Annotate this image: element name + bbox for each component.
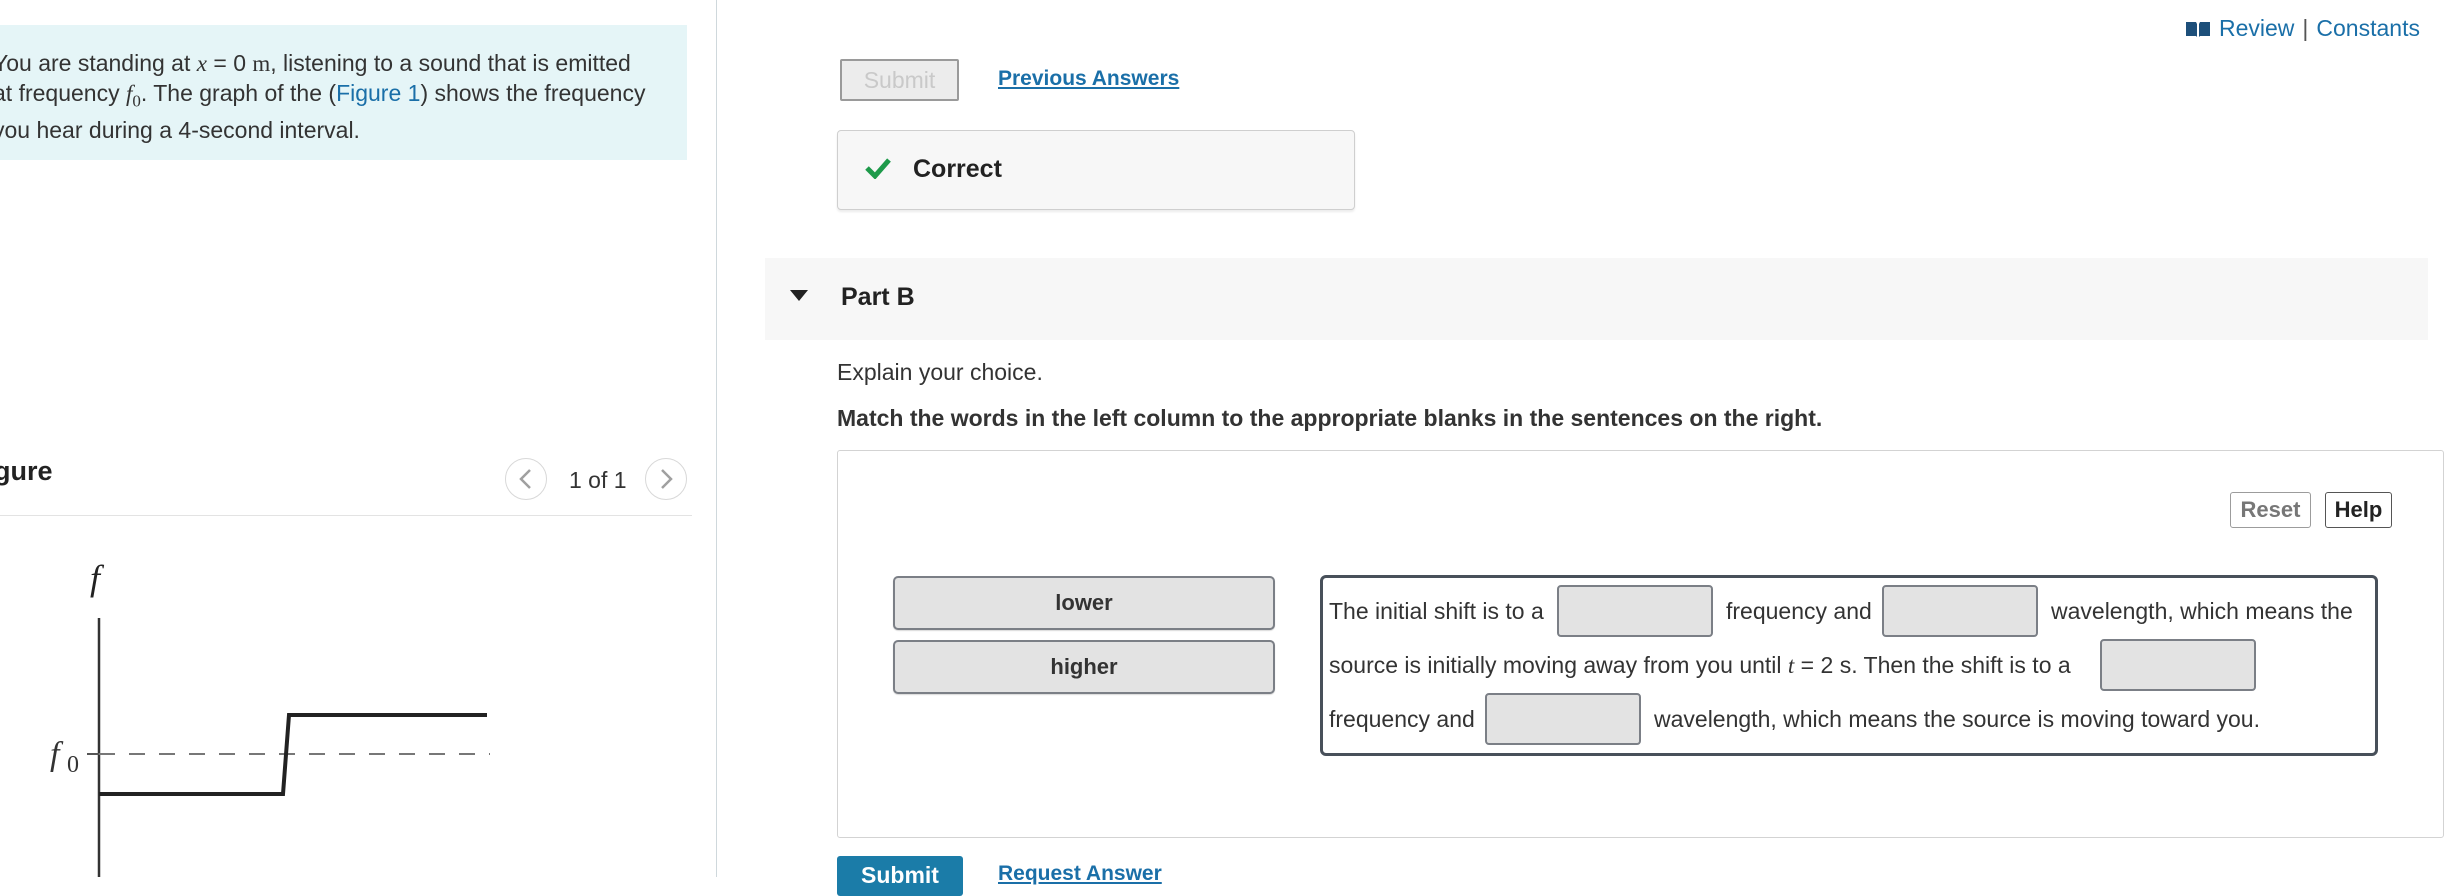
intro-text: at frequency (0, 79, 126, 106)
figure-header-rule (0, 515, 692, 516)
sentence-text: wavelength, which means the (2051, 598, 2353, 624)
help-button[interactable]: Help (2325, 492, 2392, 528)
sentence-text: frequency and (1329, 706, 1475, 732)
chevron-left-icon[interactable] (505, 458, 547, 500)
matching-workspace: Reset Help lower higher The initial shif… (837, 450, 2444, 838)
sentence-text: wavelength, which means the source is mo… (1654, 706, 2260, 732)
sentence-fragment: source is initially moving away from you… (1329, 652, 1788, 678)
part-b-header[interactable] (765, 258, 2428, 340)
sentence-box: The initial shift is to a frequency and … (1320, 575, 2378, 756)
option-chip-higher[interactable]: higher (893, 640, 1275, 694)
figure-counter: 1 of 1 (569, 467, 627, 493)
checkmark-icon (865, 158, 891, 179)
axis-label-f0: f (50, 736, 64, 773)
intro-text: you hear during a 4-second interval. (0, 116, 360, 143)
review-constants-link[interactable]: Review | Constants (2185, 15, 2420, 42)
figure-title: gure (0, 456, 53, 486)
sentence-text: frequency and (1726, 598, 1872, 624)
blank-1[interactable] (1557, 585, 1713, 637)
axis-label-f: f (90, 558, 105, 598)
intro-eq: = 0 (206, 50, 253, 76)
sentence-text: source is initially moving away from you… (1329, 652, 2071, 679)
panel-divider (716, 0, 717, 877)
figure-link[interactable]: Figure 1 (336, 80, 420, 106)
feedback-box: Correct (837, 130, 1355, 210)
feedback-text: Correct (913, 155, 1002, 183)
book-icon (2186, 21, 2210, 37)
part-b-submit-button[interactable]: Submit (837, 856, 963, 896)
request-answer-link[interactable]: Request Answer (998, 862, 1162, 886)
intro-text: ) shows the frequency (420, 79, 646, 106)
blank-4[interactable] (1485, 693, 1641, 745)
problem-intro: You are standing at x = 0 m, listening t… (0, 25, 687, 160)
constants-link[interactable]: Constants (2316, 15, 2420, 42)
unit-m: m (252, 51, 271, 76)
part-b-title[interactable]: Part B (841, 283, 915, 312)
part-b-instruction: Match the words in the left column to th… (837, 405, 1823, 431)
intro-text: . The graph of the ( (140, 79, 337, 106)
chevron-right-icon[interactable] (645, 458, 687, 500)
blank-2[interactable] (1882, 585, 2038, 637)
axis-label-f0-sub: 0 (67, 752, 79, 778)
header-separator: | (2302, 15, 2309, 41)
frequency-graph: f f 0 (50, 558, 490, 877)
sentence-fragment: = 2 s. Then the shift is to a (1794, 652, 2071, 678)
part-a-submit-button[interactable]: Submit (840, 59, 959, 101)
option-chip-lower[interactable]: lower (893, 576, 1275, 630)
caret-down-icon[interactable] (790, 290, 808, 301)
var-f0-sub: 0 (132, 91, 141, 111)
part-b-prompt: Explain your choice. (837, 359, 1043, 385)
review-link[interactable]: Review (2219, 15, 2294, 42)
blank-3[interactable] (2100, 639, 2256, 691)
previous-answers-link[interactable]: Previous Answers (998, 67, 1179, 91)
intro-text: , listening to a sound that is emitted (270, 50, 631, 76)
intro-text: You are standing at (0, 50, 197, 76)
reset-button[interactable]: Reset (2230, 492, 2311, 528)
sentence-text: The initial shift is to a (1329, 598, 1544, 624)
var-x: x (196, 51, 207, 76)
